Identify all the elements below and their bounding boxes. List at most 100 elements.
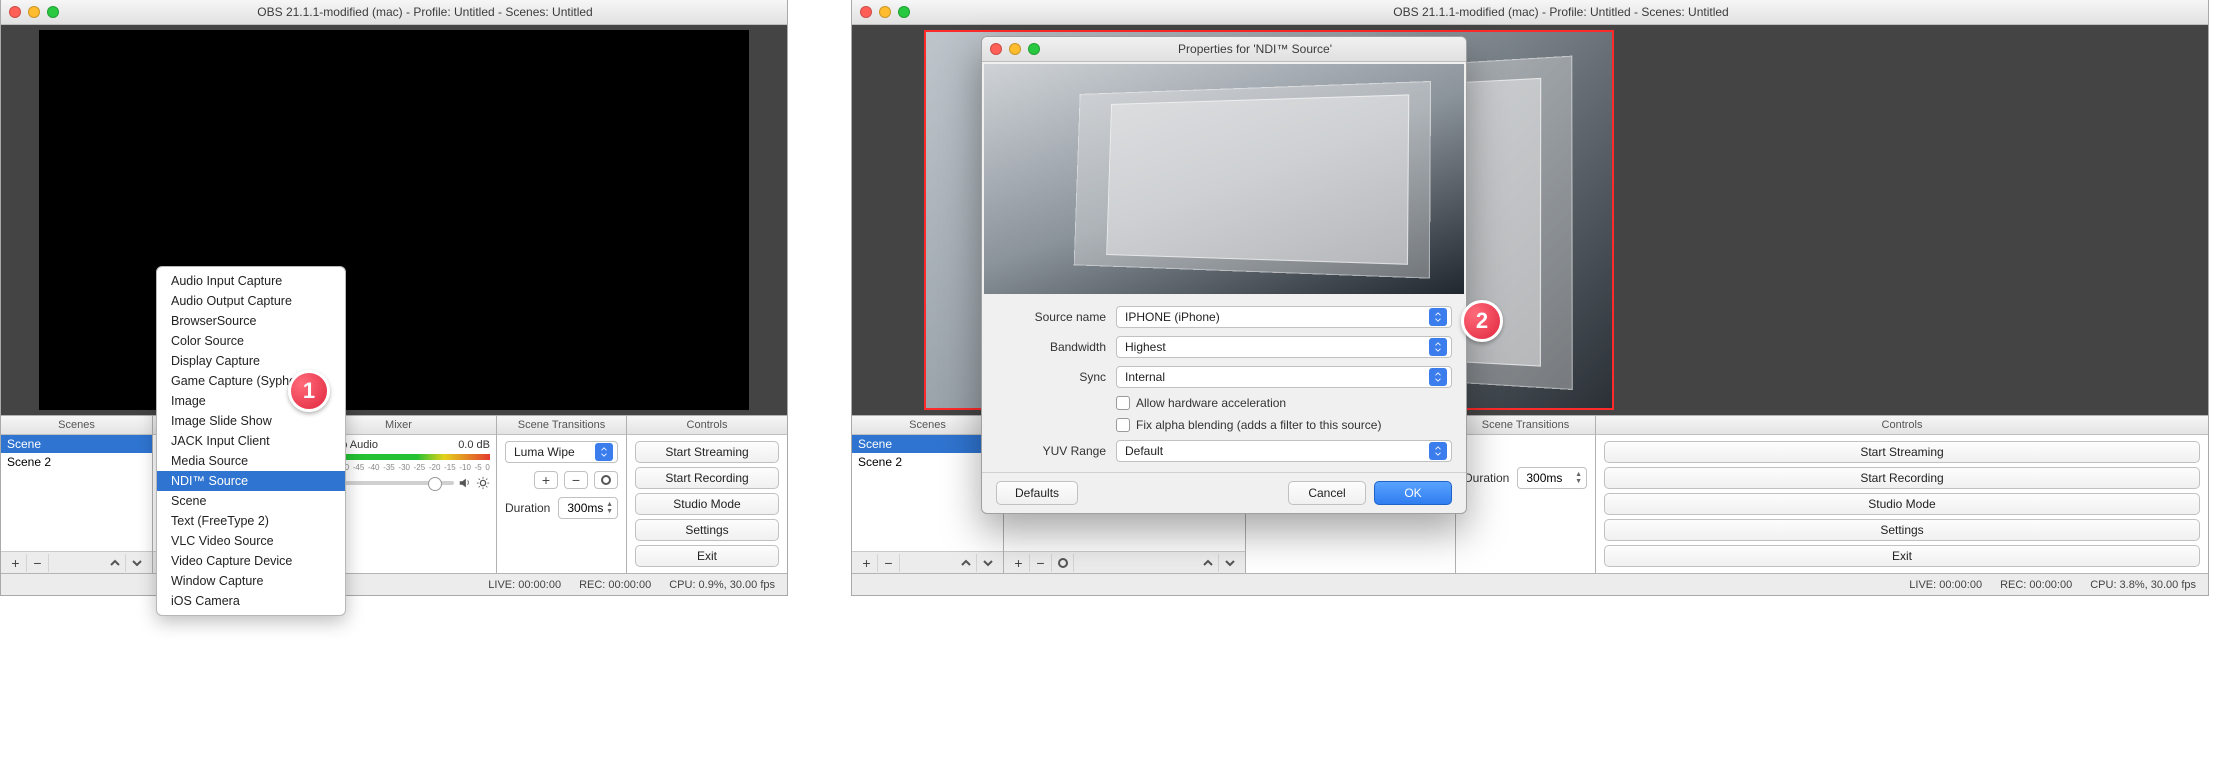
duration-value: 300ms (1526, 471, 1562, 485)
duration-label: Duration (1464, 471, 1509, 485)
menu-item[interactable]: NDI™ Source (157, 471, 345, 491)
settings-button[interactable]: Settings (635, 519, 779, 541)
scene-up-button[interactable] (955, 554, 977, 572)
yuv-select[interactable]: Default (1116, 440, 1452, 462)
studio-mode-button[interactable]: Studio Mode (1604, 493, 2200, 515)
menu-item[interactable]: Color Source (157, 331, 345, 351)
duration-value: 300ms (567, 501, 603, 515)
minimize-icon[interactable] (28, 6, 40, 18)
menu-item[interactable]: VLC Video Source (157, 531, 345, 551)
start-streaming-button[interactable]: Start Streaming (635, 441, 779, 463)
transition-props-button[interactable] (594, 471, 618, 489)
close-icon[interactable] (9, 6, 21, 18)
source-name-select[interactable]: IPHONE (iPhone) (1116, 306, 1452, 328)
transitions-panel: Scene Transitions Luma Wipe + − Duration (497, 416, 627, 573)
menu-item[interactable]: Display Capture (157, 351, 345, 371)
source-down-button[interactable] (1219, 554, 1241, 572)
scene-down-button[interactable] (126, 554, 148, 572)
chevron-updown-icon (1429, 308, 1447, 326)
fix-alpha-label: Fix alpha blending (adds a filter to thi… (1136, 418, 1381, 432)
start-streaming-button[interactable]: Start Streaming (1604, 441, 2200, 463)
close-icon[interactable] (860, 6, 872, 18)
remove-scene-button[interactable]: − (27, 554, 49, 572)
menu-item[interactable]: Audio Input Capture (157, 271, 345, 291)
status-live: LIVE: 00:00:00 (488, 579, 561, 591)
zoom-icon[interactable] (898, 6, 910, 18)
remove-source-button[interactable]: − (1030, 554, 1052, 572)
yuv-value: Default (1125, 444, 1163, 458)
sync-label: Sync (1079, 370, 1106, 384)
controls-header: Controls (627, 416, 787, 435)
chevron-updown-icon (1429, 368, 1447, 386)
fix-alpha-checkbox[interactable] (1116, 418, 1130, 432)
transition-remove-button[interactable]: − (564, 471, 588, 489)
transitions-panel: Scene Transitions Duration 300ms ▲▼ (1456, 416, 1596, 573)
minimize-icon[interactable] (1009, 43, 1021, 55)
ok-button[interactable]: OK (1374, 481, 1452, 505)
chevron-updown-icon (1429, 442, 1447, 460)
menu-item[interactable]: JACK Input Client (157, 431, 345, 451)
close-icon[interactable] (990, 43, 1002, 55)
defaults-button[interactable]: Defaults (996, 481, 1078, 505)
add-source-menu[interactable]: Audio Input CaptureAudio Output CaptureB… (156, 266, 346, 616)
menu-item[interactable]: iOS Camera (157, 591, 345, 611)
add-scene-button[interactable]: + (856, 554, 878, 572)
exit-button[interactable]: Exit (635, 545, 779, 567)
window-titlebar[interactable]: OBS 21.1.1-modified (mac) - Profile: Unt… (1, 0, 787, 25)
preview-canvas[interactable] (39, 30, 749, 410)
transition-value: Luma Wipe (514, 445, 575, 459)
status-rec: REC: 00:00:00 (579, 579, 651, 591)
menu-item[interactable]: Media Source (157, 451, 345, 471)
menu-item[interactable]: Video Capture Device (157, 551, 345, 571)
chevron-updown-icon (1429, 338, 1447, 356)
source-name-value: IPHONE (iPhone) (1125, 310, 1220, 324)
status-live: LIVE: 00:00:00 (1909, 579, 1982, 591)
window-titlebar[interactable]: OBS 21.1.1-modified (mac) - Profile: Unt… (852, 0, 2208, 25)
transition-select[interactable]: Luma Wipe (505, 441, 618, 463)
remove-scene-button[interactable]: − (878, 554, 900, 572)
step-badge: 2 (1461, 300, 1503, 342)
scene-item[interactable]: Scene (1, 435, 152, 453)
step-badge: 1 (288, 370, 330, 412)
bandwidth-value: Highest (1125, 340, 1166, 354)
add-scene-button[interactable]: + (5, 554, 27, 572)
hw-accel-checkbox[interactable] (1116, 396, 1130, 410)
yuv-label: YUV Range (1043, 444, 1106, 458)
scenes-header: Scenes (1, 416, 152, 435)
source-up-button[interactable] (1197, 554, 1219, 572)
scene-item[interactable]: Scene 2 (1, 453, 152, 471)
transition-add-button[interactable]: + (534, 471, 558, 489)
sync-select[interactable]: Internal (1116, 366, 1452, 388)
controls-panel: Controls Start Streaming Start Recording… (1596, 416, 2208, 573)
exit-button[interactable]: Exit (1604, 545, 2200, 567)
source-name-label: Source name (1035, 310, 1106, 324)
menu-item[interactable]: BrowserSource (157, 311, 345, 331)
controls-panel: Controls Start Streaming Start Recording… (627, 416, 787, 573)
start-recording-button[interactable]: Start Recording (635, 467, 779, 489)
gear-icon[interactable] (476, 476, 490, 490)
menu-item[interactable]: Scene (157, 491, 345, 511)
cancel-button[interactable]: Cancel (1288, 481, 1366, 505)
sync-value: Internal (1125, 370, 1165, 384)
minimize-icon[interactable] (879, 6, 891, 18)
scenes-list[interactable]: Scene Scene 2 (1, 435, 152, 551)
source-props-button[interactable] (1052, 554, 1074, 572)
duration-stepper[interactable]: 300ms ▲▼ (558, 497, 618, 519)
zoom-icon[interactable] (1028, 43, 1040, 55)
studio-mode-button[interactable]: Studio Mode (635, 493, 779, 515)
scene-up-button[interactable] (104, 554, 126, 572)
bandwidth-select[interactable]: Highest (1116, 336, 1452, 358)
duration-stepper[interactable]: 300ms ▲▼ (1517, 467, 1587, 489)
dialog-title: Properties for 'NDI™ Source' (1052, 42, 1458, 56)
add-source-button[interactable]: + (1008, 554, 1030, 572)
menu-item[interactable]: Window Capture (157, 571, 345, 591)
menu-item[interactable]: Image Slide Show (157, 411, 345, 431)
start-recording-button[interactable]: Start Recording (1604, 467, 2200, 489)
speaker-icon[interactable] (458, 476, 472, 490)
zoom-icon[interactable] (47, 6, 59, 18)
settings-button[interactable]: Settings (1604, 519, 2200, 541)
menu-item[interactable]: Text (FreeType 2) (157, 511, 345, 531)
scene-down-button[interactable] (977, 554, 999, 572)
menu-item[interactable]: Audio Output Capture (157, 291, 345, 311)
dialog-preview (984, 64, 1464, 294)
